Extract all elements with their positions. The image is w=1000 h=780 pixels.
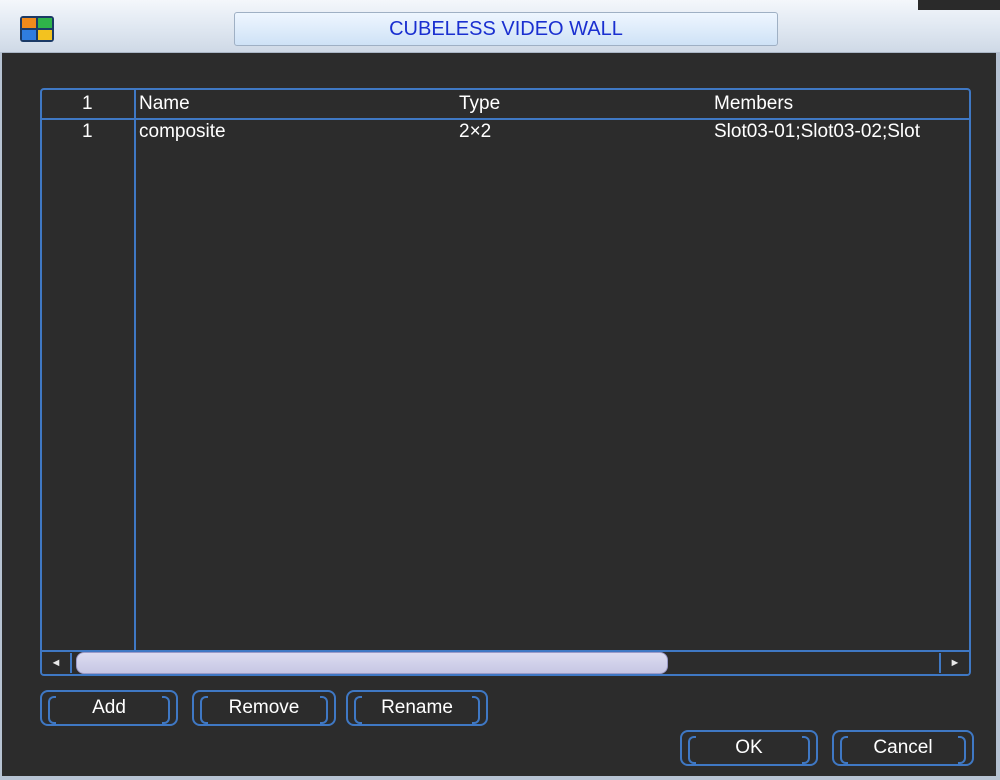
button-bracket [802,736,810,764]
remove-button-label: Remove [228,697,300,718]
row-members: Slot03-01;Slot03-02;Slot [714,121,920,142]
button-bracket [320,696,328,724]
video-wall-table: 1 Name Type Members 1 composite 2×2 Slot… [40,88,971,676]
header-name[interactable]: Name [139,93,190,115]
video-wall-grid-icon [20,16,54,42]
add-button-label: Add [92,697,126,718]
window-title: CUBELESS VIDEO WALL [234,12,778,46]
video-wall-dialog: CUBELESS VIDEO WALL 1 Name Type Members … [0,0,1000,780]
ok-button-label: OK [735,737,763,758]
title-bar: CUBELESS VIDEO WALL [0,0,1000,53]
scroll-right-arrow-icon[interactable]: ► [939,653,969,673]
button-bracket [840,736,848,764]
rename-button-label: Rename [381,697,453,718]
rename-button[interactable]: Rename [346,690,488,726]
header-index[interactable]: 1 [82,93,93,115]
cancel-button-label: Cancel [873,737,933,758]
ok-button[interactable]: OK [680,730,818,766]
button-bracket [162,696,170,724]
header-type[interactable]: Type [459,93,500,115]
scroll-left-arrow-icon[interactable]: ◄ [42,653,72,673]
add-button[interactable]: Add [40,690,178,726]
button-bracket [958,736,966,764]
scrollbar-thumb[interactable] [76,652,668,674]
button-bracket [472,696,480,724]
column-divider [134,90,136,650]
header-members[interactable]: Members [714,93,793,115]
button-bracket [688,736,696,764]
row-name: composite [139,121,226,142]
button-bracket [200,696,208,724]
button-bracket [354,696,362,724]
header-separator [42,118,969,120]
horizontal-scrollbar[interactable]: ◄ ► [42,650,969,674]
button-bracket [48,696,56,724]
cancel-button[interactable]: Cancel [832,730,974,766]
row-type: 2×2 [459,121,492,142]
row-index: 1 [82,121,93,142]
remove-button[interactable]: Remove [192,690,336,726]
corner-edge [918,0,1000,10]
